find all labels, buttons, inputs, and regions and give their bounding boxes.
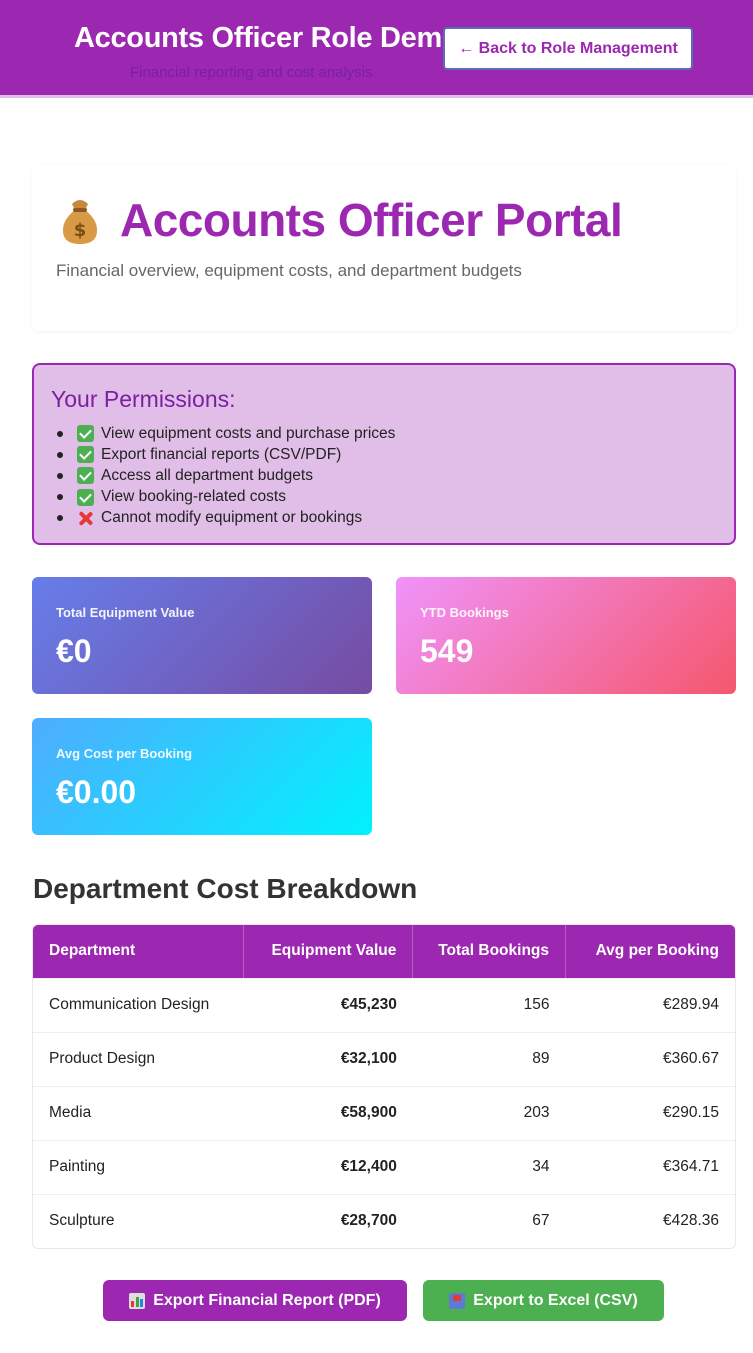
check-icon xyxy=(77,446,94,464)
export-csv-button[interactable]: Export to Excel (CSV) xyxy=(423,1280,664,1321)
column-header-equipment-value: Equipment Value xyxy=(243,925,414,978)
table-row: Product Design €32,100 89 €360.67 xyxy=(33,1032,735,1086)
bullet-icon xyxy=(57,472,63,479)
stat-value: 549 xyxy=(420,633,474,669)
portal-card: $ Accounts Officer Portal Financial over… xyxy=(32,165,736,331)
stat-card-avg-cost-per-booking: Avg Cost per Booking €0.00 xyxy=(32,718,372,835)
table-header-row: Department Equipment Value Total Booking… xyxy=(33,925,735,978)
export-pdf-button[interactable]: Export Financial Report (PDF) xyxy=(103,1280,407,1321)
permission-text: View equipment costs and purchase prices xyxy=(101,424,396,442)
permission-item: View booking-related costs xyxy=(57,487,395,508)
cell-department: Product Design xyxy=(49,1050,155,1067)
stat-value: €0 xyxy=(56,633,92,669)
permission-item: Access all department budgets xyxy=(57,465,395,486)
column-header-avg-per-booking: Avg per Booking xyxy=(595,942,719,960)
department-cost-table: Department Equipment Value Total Booking… xyxy=(32,924,736,1249)
export-csv-label: Export to Excel (CSV) xyxy=(473,1291,638,1309)
department-breakdown-title: Department Cost Breakdown xyxy=(33,873,418,904)
portal-subtitle: Financial overview, equipment costs, and… xyxy=(56,261,522,280)
table-row: Communication Design €45,230 156 €289.94 xyxy=(33,978,735,1032)
cell-avg-per-booking: €428.36 xyxy=(662,1212,719,1230)
permission-item: View equipment costs and purchase prices xyxy=(57,423,395,444)
check-icon xyxy=(77,488,94,506)
cell-total-bookings: 89 xyxy=(532,1050,550,1067)
bullet-icon xyxy=(57,515,63,522)
header-subtitle: Financial reporting and cost analysis xyxy=(130,64,373,81)
stat-card-total-equipment-value: Total Equipment Value €0 xyxy=(32,577,372,694)
cell-equipment-value: €28,700 xyxy=(340,1212,397,1230)
column-header-total-bookings: Total Bookings xyxy=(412,925,566,978)
permissions-panel: Your Permissions: View equipment costs a… xyxy=(32,363,736,545)
check-icon xyxy=(77,467,94,485)
permission-text: View booking-related costs xyxy=(101,488,286,506)
cell-department: Sculpture xyxy=(49,1212,115,1230)
stat-card-ytd-bookings: YTD Bookings 549 xyxy=(396,577,736,694)
permissions-list: View equipment costs and purchase prices… xyxy=(57,423,395,529)
stat-label: Total Equipment Value xyxy=(56,605,195,620)
stat-value: €0.00 xyxy=(56,774,137,810)
permissions-heading: Your Permissions: xyxy=(51,386,236,412)
bullet-icon xyxy=(57,451,63,458)
export-pdf-label: Export Financial Report (PDF) xyxy=(153,1291,381,1309)
portal-heading: $ Accounts Officer Portal xyxy=(58,193,623,247)
table-row: Painting €12,400 34 €364.71 xyxy=(33,1140,735,1194)
back-to-role-management-button[interactable]: ← Back to Role Management xyxy=(443,27,693,70)
cell-equipment-value: €58,900 xyxy=(340,1104,397,1121)
cell-avg-per-booking: €289.94 xyxy=(662,996,719,1013)
permission-item: Cannot modify equipment or bookings xyxy=(57,508,395,529)
cell-avg-per-booking: €364.71 xyxy=(662,1158,719,1175)
inbox-tray-icon xyxy=(449,1292,466,1309)
cell-total-bookings: 203 xyxy=(523,1104,550,1121)
cell-equipment-value: €45,230 xyxy=(340,996,397,1013)
portal-title: Accounts Officer Portal xyxy=(120,194,623,246)
column-header-department: Department xyxy=(33,925,244,978)
cell-department: Media xyxy=(49,1104,92,1121)
top-header: Accounts Officer Role Demo Financial rep… xyxy=(0,0,753,98)
permission-text: Export financial reports (CSV/PDF) xyxy=(101,445,342,463)
table-row: Sculpture €28,700 67 €428.36 xyxy=(33,1194,735,1248)
stat-label: Avg Cost per Booking xyxy=(56,746,193,761)
bar-chart-icon xyxy=(129,1292,146,1309)
cross-icon xyxy=(77,510,94,527)
cell-equipment-value: €32,100 xyxy=(340,1050,397,1067)
cell-total-bookings: 67 xyxy=(532,1212,550,1230)
money-bag-icon: $ xyxy=(58,194,102,246)
permission-text: Access all department budgets xyxy=(101,466,313,484)
bullet-icon xyxy=(57,430,63,437)
svg-text:$: $ xyxy=(74,220,87,241)
cell-department: Painting xyxy=(49,1158,106,1175)
stat-label: YTD Bookings xyxy=(420,605,509,620)
cell-equipment-value: €12,400 xyxy=(340,1158,397,1175)
permission-text: Cannot modify equipment or bookings xyxy=(101,509,363,527)
cell-total-bookings: 34 xyxy=(532,1158,550,1175)
cell-department: Communication Design xyxy=(49,996,210,1013)
cell-avg-per-booking: €290.15 xyxy=(662,1104,719,1121)
cell-avg-per-booking: €360.67 xyxy=(662,1050,719,1067)
permission-item: Export financial reports (CSV/PDF) xyxy=(57,444,395,465)
cell-total-bookings: 156 xyxy=(523,996,550,1013)
bullet-icon xyxy=(57,494,63,501)
check-icon xyxy=(77,425,94,443)
table-row: Media €58,900 203 €290.15 xyxy=(33,1086,735,1140)
header-title: Accounts Officer Role Demo xyxy=(74,22,460,54)
